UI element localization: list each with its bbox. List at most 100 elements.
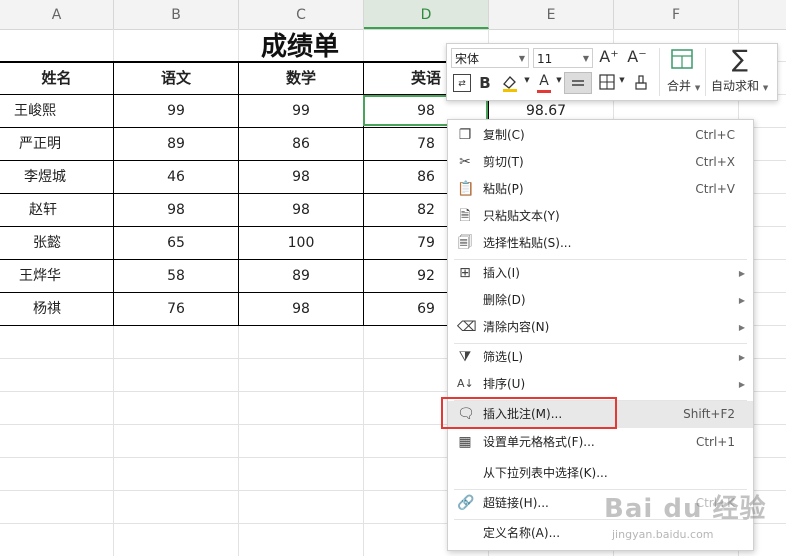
table-cell[interactable]: 100 (239, 227, 363, 259)
sigma-icon[interactable]: ∑ (727, 45, 753, 73)
column-a[interactable]: A (0, 0, 114, 29)
menu-item-label: 选择性粘贴(S)... (483, 236, 572, 250)
header-math[interactable]: 数学 (239, 62, 363, 94)
menu-item-clear[interactable]: ⌫ 清除内容(N) ▶ (448, 314, 753, 341)
table-cell[interactable]: 65 (114, 227, 238, 259)
menu-item-copy[interactable]: ❐ 复制(C) Ctrl+C (448, 122, 753, 149)
chevron-down-icon[interactable]: ▼ (555, 76, 563, 84)
merge-label: 合并 (667, 79, 692, 93)
table-cell[interactable]: 赵轩 (0, 194, 86, 226)
column-c[interactable]: C (239, 0, 364, 29)
chevron-right-icon: ▶ (738, 353, 745, 362)
menu-item-filter[interactable]: ⧩ 筛选(L) ▶ (448, 344, 753, 371)
menu-item-label: 定义名称(A)... (483, 526, 561, 540)
column-d[interactable]: D (364, 0, 489, 29)
border-icon[interactable] (597, 73, 617, 95)
chevron-down-icon: ▼ (762, 84, 769, 92)
chevron-right-icon: ▶ (738, 380, 745, 389)
insert-icon: ⊞ (459, 265, 471, 281)
menu-item-delete[interactable]: 删除(D) ▶ (448, 287, 753, 314)
menu-item-format-cells[interactable]: ▦ 设置单元格格式(F)... Ctrl+1 (448, 429, 753, 456)
column-f[interactable]: F (614, 0, 739, 29)
table-cell[interactable]: 89 (239, 260, 363, 292)
table-cell[interactable]: 98 (114, 194, 238, 226)
paste-special-icon: 🗐 (458, 235, 472, 251)
table-cell[interactable]: 89 (114, 128, 238, 160)
table-cell[interactable]: 46 (114, 161, 238, 193)
format-cells-icon: ▦ (458, 434, 472, 450)
chevron-down-icon: ▼ (694, 84, 701, 92)
column-header: A B C D E F (0, 0, 786, 30)
header-name[interactable]: 姓名 (0, 62, 113, 94)
menu-item-label: 超链接(H)... (483, 496, 549, 510)
table-cell[interactable]: 李煜城 (0, 161, 90, 193)
format-painter-icon[interactable] (631, 73, 651, 95)
merge-icon[interactable] (669, 48, 695, 74)
table-cell[interactable]: 98 (239, 161, 363, 193)
font-color-icon[interactable]: A (535, 73, 553, 93)
chevron-down-icon[interactable]: ▼ (618, 76, 626, 84)
menu-item-label: 只粘贴文本(Y) (483, 209, 560, 223)
watermark: Bai du 经验 jingyan.baidu.com (598, 488, 768, 548)
font-size-select[interactable]: 11 ▼ (533, 48, 593, 68)
shrink-font-button[interactable]: A⁻ (627, 47, 647, 66)
font-name-select[interactable]: 宋体 ▼ (451, 48, 529, 68)
menu-item-cut[interactable]: ✂ 剪切(T) Ctrl+X (448, 149, 753, 176)
table-cell[interactable]: 王峻熙 (0, 95, 70, 127)
chevron-right-icon: ▶ (738, 296, 745, 305)
copy-icon: ❐ (458, 127, 472, 143)
table-cell[interactable]: 99 (239, 95, 363, 127)
watermark-url: jingyan.baidu.com (612, 528, 714, 541)
chevron-right-icon: ▶ (738, 269, 745, 278)
table-cell[interactable]: 98 (239, 194, 363, 226)
mini-toolbar: 宋体 ▼ 11 ▼ A⁺ A⁻ ⇄ B ▼ A ▼ ▼ 合并 ▼ ∑ 自动求和 … (446, 43, 778, 101)
menu-item-shortcut: Ctrl+V (695, 182, 735, 196)
menu-item-label: 复制(C) (483, 128, 525, 142)
header-chinese[interactable]: 语文 (114, 62, 238, 94)
menu-item-label: 粘贴(P) (483, 182, 524, 196)
autosum-label: 自动求和 (711, 79, 760, 93)
paste-icon: 📋 (457, 181, 475, 197)
menu-item-dropdown-pick[interactable]: 从下拉列表中选择(K)... (448, 460, 753, 487)
font-size-value: 11 (537, 52, 553, 66)
grow-font-button[interactable]: A⁺ (599, 47, 619, 66)
column-b[interactable]: B (114, 0, 239, 29)
menu-item-paste-text[interactable]: 🗎 只粘贴文本(Y) (448, 203, 753, 230)
eraser-icon: ⌫ (457, 319, 477, 335)
table-cell[interactable]: 杨祺 (0, 293, 94, 325)
table-cell[interactable]: 严正明 (0, 128, 80, 160)
chevron-down-icon: ▼ (582, 54, 589, 63)
menu-item-label: 清除内容(N) (483, 320, 550, 334)
chevron-down-icon: ▼ (518, 54, 525, 63)
merge-button[interactable]: 合并 ▼ (667, 77, 700, 94)
menu-item-label: 剪切(T) (483, 155, 524, 169)
wrap-icon[interactable]: ⇄ (453, 74, 471, 92)
menu-item-paste-special[interactable]: 🗐 选择性粘贴(S)... (448, 230, 753, 257)
menu-item-shortcut: Ctrl+C (695, 128, 735, 142)
menu-item-label: 设置单元格格式(F)... (483, 435, 595, 449)
chevron-right-icon: ▶ (738, 323, 745, 332)
table-cell[interactable]: 86 (239, 128, 363, 160)
autosum-button[interactable]: 自动求和 ▼ (711, 77, 768, 94)
table-cell[interactable]: 99 (114, 95, 238, 127)
bold-button[interactable]: B (477, 74, 493, 92)
font-name-value: 宋体 (455, 52, 480, 66)
chevron-down-icon[interactable]: ▼ (523, 76, 531, 84)
table-cell[interactable]: 76 (114, 293, 238, 325)
menu-item-label: 插入(I) (483, 266, 520, 280)
table-cell[interactable]: 58 (114, 260, 238, 292)
context-menu: ❐ 复制(C) Ctrl+C ✂ 剪切(T) Ctrl+X 📋 粘贴(P) Ct… (447, 119, 754, 551)
highlight-box (441, 397, 617, 429)
menu-item-insert[interactable]: ⊞ 插入(I) ▶ (448, 260, 753, 287)
table-cell[interactable]: 张懿 (0, 227, 94, 259)
menu-item-paste[interactable]: 📋 粘贴(P) Ctrl+V (448, 176, 753, 203)
table-cell[interactable]: 王烨华 (0, 260, 80, 292)
fill-color-icon[interactable] (499, 73, 521, 97)
column-e[interactable]: E (489, 0, 614, 29)
filter-icon: ⧩ (458, 349, 472, 365)
table-cell[interactable]: 98 (239, 293, 363, 325)
menu-item-shortcut: Shift+F2 (683, 407, 735, 421)
cut-icon: ✂ (459, 154, 471, 170)
menu-item-sort[interactable]: A↓ 排序(U) ▶ (448, 371, 753, 398)
align-center-icon[interactable] (564, 72, 592, 94)
